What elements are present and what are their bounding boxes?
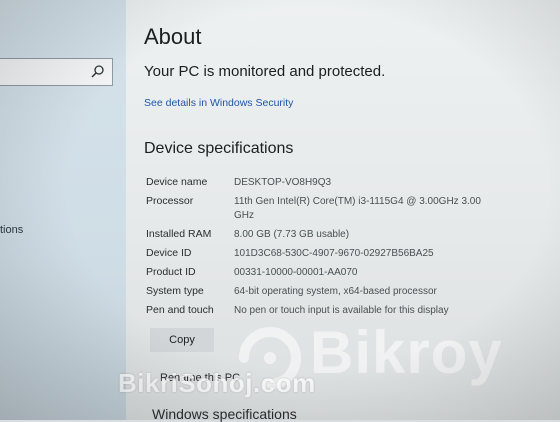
spec-label: Device name (146, 176, 208, 188)
search-input[interactable] (0, 58, 113, 86)
spec-value: 64-bit operating system, x64-based proce… (234, 286, 437, 297)
page-title: About (144, 24, 202, 49)
settings-sidebar: tions (0, 0, 126, 420)
bikrisohoj-watermark: BikriSohoj.com (118, 368, 316, 398)
spec-label: Pen and touch (146, 304, 214, 316)
spec-label: System type (146, 285, 204, 297)
spec-value: DESKTOP-VO8H9Q3 (234, 177, 332, 188)
bikroy-watermark-text: Bikroy (310, 319, 503, 386)
spec-value: 8.00 GB (7.73 GB usable) (234, 229, 350, 240)
device-specifications-heading: Device specifications (144, 140, 294, 157)
search-icon[interactable] (90, 64, 106, 80)
spec-label: Processor (146, 195, 194, 207)
spec-value: No pen or touch input is available for t… (234, 305, 449, 316)
spec-label: Device ID (146, 247, 192, 259)
spec-value: 00331-10000-00001-AA070 (234, 267, 358, 278)
copy-button[interactable]: Copy (150, 328, 214, 352)
spec-value: 11th Gen Intel(R) Core(TM) i3-1115G4 @ 3… (234, 196, 481, 221)
sidebar-item-options[interactable]: tions (0, 224, 23, 236)
spec-value: 101D3C68-530C-4907-9670-02927B56BA25 (234, 248, 434, 259)
windows-security-link[interactable]: See details in Windows Security (144, 97, 293, 109)
protection-status: Your PC is monitored and protected. (144, 63, 386, 80)
spec-label: Product ID (146, 266, 196, 278)
spec-label: Installed RAM (146, 228, 212, 240)
